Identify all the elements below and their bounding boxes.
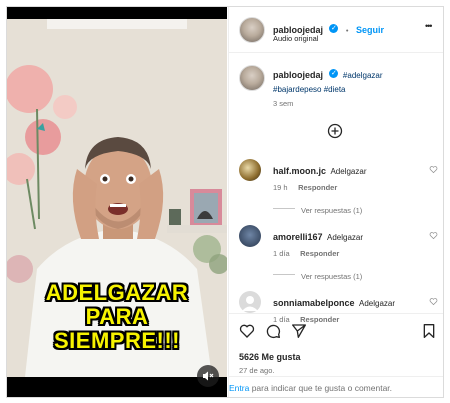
add-circle-icon bbox=[327, 123, 343, 139]
view-replies-label[interactable]: Ver respuestas (1) bbox=[301, 272, 362, 281]
audio-toggle-button[interactable] bbox=[197, 365, 219, 387]
caption-author-username[interactable]: pabloojedaj bbox=[273, 70, 323, 80]
comment-username[interactable]: sonniamabelponce bbox=[273, 298, 355, 308]
video-frame[interactable]: ADELGAZAR PARA SIEMPRE!!! bbox=[7, 19, 227, 377]
comment-meta: 1 día Responder bbox=[273, 243, 339, 261]
author-avatar[interactable] bbox=[239, 17, 265, 43]
separator-dot: • bbox=[345, 26, 349, 35]
comment-username[interactable]: amorelli167 bbox=[273, 232, 323, 242]
comment-avatar[interactable] bbox=[239, 225, 261, 247]
view-replies-label[interactable]: Ver respuestas (1) bbox=[301, 206, 362, 215]
caption-author-avatar[interactable] bbox=[239, 65, 265, 91]
default-avatar-icon bbox=[242, 296, 258, 311]
post-actions: 5626 Me gusta 27 de ago. bbox=[229, 313, 443, 383]
audio-label[interactable]: Audio original bbox=[273, 34, 318, 43]
follow-button[interactable]: Seguir bbox=[356, 25, 384, 35]
comment-username[interactable]: half.moon.jc bbox=[273, 166, 326, 176]
more-options-icon[interactable]: ••• bbox=[425, 21, 433, 31]
video-letterbox-top bbox=[7, 7, 227, 19]
comment-like-heart-icon[interactable] bbox=[429, 231, 438, 240]
view-replies-toggle[interactable]: Ver respuestas (1) bbox=[273, 200, 362, 218]
video-letterbox-bottom bbox=[7, 377, 227, 397]
share-icon[interactable] bbox=[291, 323, 307, 339]
post-sidebar: pabloojedaj ✓ • Seguir Audio original ••… bbox=[228, 7, 443, 397]
caption-hashtags-line-2[interactable]: #bajardepeso #dieta bbox=[273, 85, 346, 94]
comment-time: 1 día bbox=[273, 249, 290, 258]
comment-like-heart-icon[interactable] bbox=[429, 297, 438, 306]
load-more-comments-button[interactable] bbox=[327, 123, 343, 139]
caption-text: pabloojedaj ✓ #adelgazar #bajardepeso #d… bbox=[273, 68, 433, 96]
view-replies-toggle[interactable]: Ver respuestas (1) bbox=[273, 266, 362, 284]
comment-text: Adelgazar bbox=[330, 167, 367, 176]
verified-badge-icon: ✓ bbox=[329, 24, 339, 34]
comment-like-heart-icon[interactable] bbox=[429, 165, 438, 174]
comment-text: Adelgazar bbox=[358, 299, 396, 308]
video-overlay-text-line-3: SIEMPRE!!! bbox=[54, 328, 180, 353]
heart-icon[interactable] bbox=[239, 323, 255, 339]
comment-avatar[interactable] bbox=[239, 291, 261, 313]
likes-count[interactable]: 5626 Me gusta bbox=[239, 352, 301, 362]
comment-meta: 19 h Responder bbox=[273, 177, 337, 195]
comment-text: Adelgazar bbox=[326, 233, 364, 242]
login-prompt-text: para indicar que te gusta o comentar. bbox=[249, 383, 393, 393]
replies-line-divider bbox=[273, 274, 295, 276]
comment-time: 19 h bbox=[273, 183, 288, 192]
audio-off-icon bbox=[203, 371, 214, 381]
login-to-comment-bar: Entra para indicar que te gusta o coment… bbox=[229, 376, 443, 397]
caption-time: 3 sem bbox=[273, 99, 294, 108]
comments-section: pabloojedaj ✓ #adelgazar #bajardepeso #d… bbox=[229, 53, 443, 324]
video-overlay-text-line-2: PARA bbox=[85, 304, 149, 329]
video-overlay-text-line-1: ADELGAZAR bbox=[45, 280, 189, 305]
post-header: pabloojedaj ✓ • Seguir Audio original ••… bbox=[229, 7, 443, 53]
post-date: 27 de ago. bbox=[239, 366, 275, 375]
comment-avatar[interactable] bbox=[239, 159, 261, 181]
comment-icon[interactable] bbox=[265, 323, 281, 339]
verified-badge-icon: ✓ bbox=[329, 69, 339, 79]
bookmark-icon[interactable] bbox=[421, 323, 437, 339]
video-player[interactable]: ADELGAZAR PARA SIEMPRE!!! bbox=[7, 7, 227, 397]
reply-button[interactable]: Responder bbox=[298, 183, 337, 192]
login-link[interactable]: Entra bbox=[229, 383, 249, 393]
reply-button[interactable]: Responder bbox=[300, 249, 339, 258]
post-dialog: ADELGAZAR PARA SIEMPRE!!! pabloojedaj ✓ … bbox=[6, 6, 444, 398]
replies-line-divider bbox=[273, 208, 295, 210]
caption-hashtag[interactable]: #adelgazar bbox=[343, 71, 383, 80]
